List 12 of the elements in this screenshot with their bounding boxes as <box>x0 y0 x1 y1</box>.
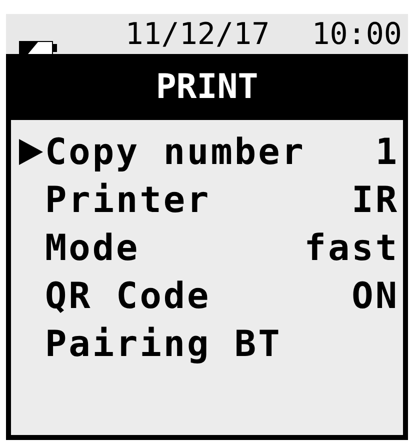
menu-item[interactable]: Mode <box>45 228 140 268</box>
time-text: 10:00 <box>312 16 402 52</box>
menu-value: 1 <box>375 132 399 172</box>
menu-item[interactable]: QR Code <box>45 276 211 316</box>
menu-item[interactable]: Printer <box>45 180 211 220</box>
menu-item[interactable]: Copy number <box>45 132 306 172</box>
menu-value: fast <box>304 228 399 268</box>
menu-item[interactable]: Pairing BT <box>45 324 282 364</box>
screen-title: PRINT <box>156 67 258 107</box>
menu-value: IR <box>352 180 399 220</box>
menu-value: ON <box>352 276 399 316</box>
date-text: 11/12/17 <box>125 16 270 52</box>
